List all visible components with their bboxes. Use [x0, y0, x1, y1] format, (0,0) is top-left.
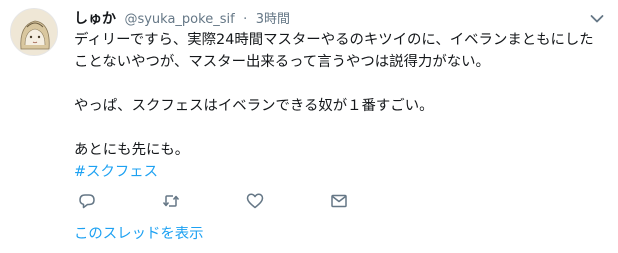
show-thread-link[interactable]: このスレッドを表示 — [74, 224, 204, 244]
tweet-line: ことないやつが、マスター出来るって言うやつは説得力がない。 — [74, 54, 490, 70]
tweet-text: ディリーですら、実際24時間マスターやるのキツイのに、イベランまともにした こと… — [74, 29, 610, 183]
like-icon[interactable] — [246, 192, 264, 210]
tweet-card[interactable]: しゅか @syuka_poke_sif · 3時間 ディリーですら、実際24時間… — [0, 0, 618, 253]
display-name[interactable]: しゅか — [74, 11, 116, 27]
tweet-line: やっぱ、スクフェスはイベランできる奴が１番すごい。 — [74, 98, 434, 114]
line-break — [74, 73, 610, 95]
tweet-line: あとにも先にも。 — [74, 142, 190, 158]
timestamp[interactable]: 3時間 — [256, 12, 290, 27]
tweet-line: ディリーですら、実際24時間マスターやるのキツイのに、イベランまともにした — [74, 32, 594, 48]
message-icon[interactable] — [330, 192, 348, 210]
chevron-down-icon[interactable] — [590, 14, 604, 24]
line-break — [74, 117, 610, 139]
user-handle[interactable]: @syuka_poke_sif — [124, 12, 234, 27]
avatar[interactable] — [10, 8, 58, 56]
tweet-header: しゅか @syuka_poke_sif · 3時間 — [74, 9, 290, 30]
separator-dot: · — [243, 12, 248, 27]
reply-icon[interactable] — [78, 192, 96, 210]
avatar-image — [11, 9, 57, 55]
retweet-icon[interactable] — [162, 192, 180, 210]
tweet-actions — [78, 192, 378, 212]
hashtag-link[interactable]: #スクフェス — [74, 164, 158, 180]
